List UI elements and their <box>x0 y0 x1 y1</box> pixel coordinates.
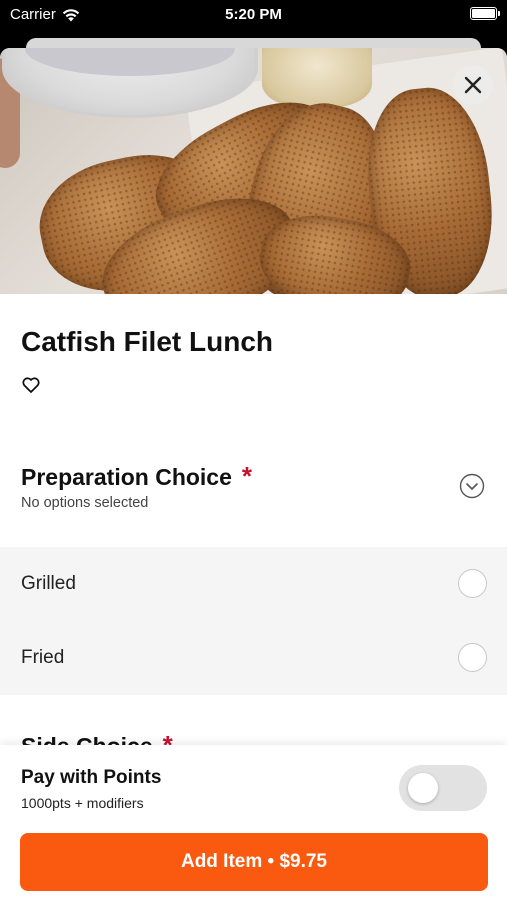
close-button[interactable] <box>453 65 493 105</box>
points-toggle[interactable] <box>399 765 487 811</box>
bread-slice <box>262 48 372 108</box>
sauce <box>25 48 235 76</box>
option-fried[interactable]: Fried <box>0 621 507 695</box>
add-item-button[interactable]: Add Item • $9.75 <box>20 833 488 891</box>
item-photo <box>0 48 507 294</box>
toggle-knob <box>408 773 438 803</box>
radio-button[interactable] <box>458 643 487 672</box>
close-icon <box>464 76 482 94</box>
chevron-down-icon[interactable] <box>459 473 485 499</box>
required-marker: * <box>241 461 253 491</box>
option-label: Grilled <box>21 573 76 594</box>
option-label: Fried <box>21 647 65 668</box>
points-title: Pay with Points <box>21 767 162 788</box>
preparation-section-title: Preparation Choice * <box>21 461 252 492</box>
battery-icon <box>470 7 500 20</box>
status-time: 5:20 PM <box>225 6 282 23</box>
item-title: Catfish Filet Lunch <box>21 326 273 357</box>
preparation-options: Grilled Fried <box>0 547 507 695</box>
status-bar: Carrier 5:20 PM <box>0 0 507 30</box>
radio-button[interactable] <box>458 569 487 598</box>
preparation-subtitle: No options selected <box>21 495 149 511</box>
preparation-title-text: Preparation Choice <box>21 464 232 490</box>
item-detail-modal: Catfish Filet Lunch Preparation Choice * … <box>0 48 507 900</box>
option-grilled[interactable]: Grilled <box>0 547 507 621</box>
points-subtitle: 1000pts + modifiers <box>21 795 144 811</box>
heart-outline-icon[interactable] <box>21 375 41 395</box>
checkout-panel: Pay with Points 1000pts + modifiers Add … <box>0 745 507 900</box>
